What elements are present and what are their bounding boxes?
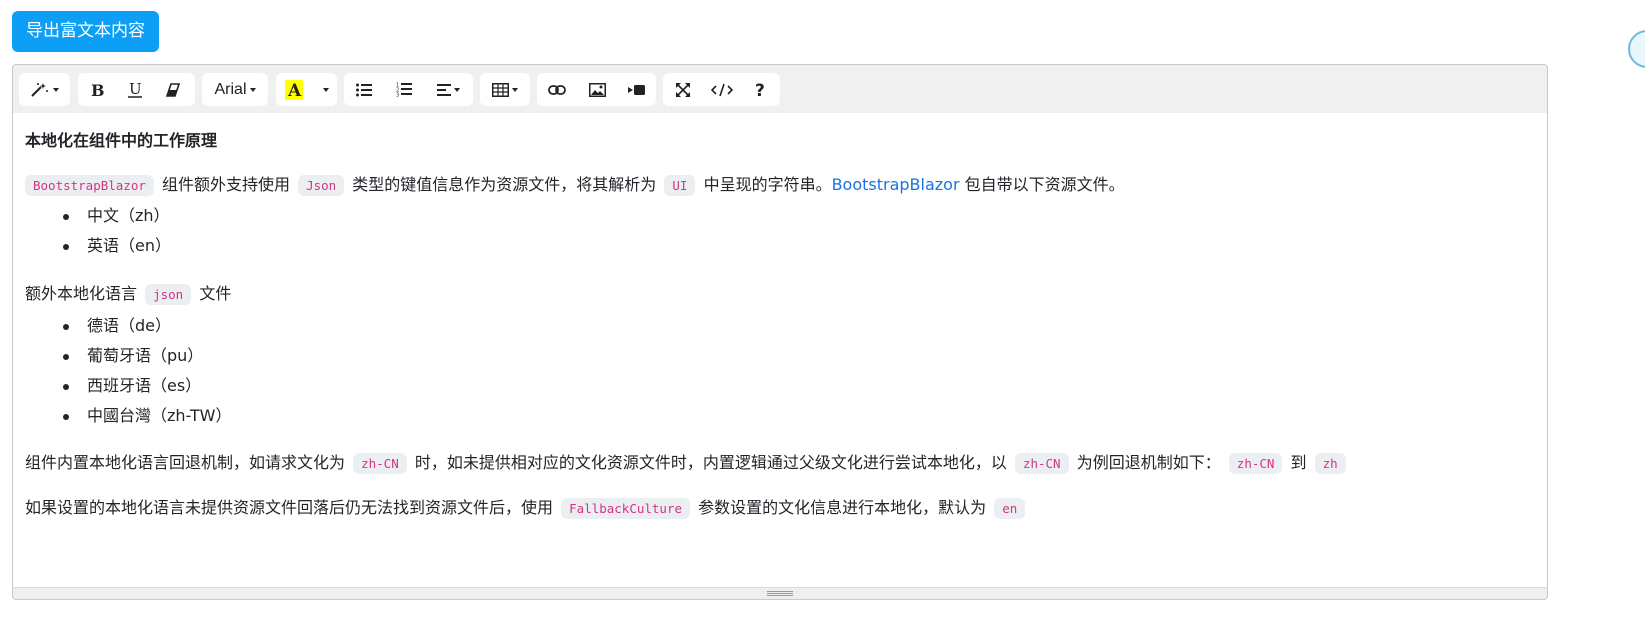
align-icon (437, 83, 451, 96)
paragraph-text: 文件 (199, 284, 232, 303)
list-item: 德语（de） (25, 311, 231, 341)
inline-code: zh-CN (1014, 453, 1069, 474)
svg-text:U: U (129, 81, 142, 98)
inline-code: FallbackCulture (561, 498, 690, 519)
video-icon (628, 84, 645, 96)
toolbar-group-font: Arial (202, 73, 268, 106)
paragraph-text: 到 (1290, 453, 1307, 472)
paragraph-text: 包自带以下资源文件。 (964, 175, 1125, 194)
color-dropdown-toggle[interactable] (312, 73, 337, 106)
paragraph-fallback-mechanism: 组件内置本地化语言回退机制，如请求文化为 zh-CN 时，如未提供相对应的文化资… (25, 449, 1349, 474)
svg-text:A: A (287, 81, 302, 100)
toolbar-group-table (480, 73, 530, 106)
insert-video-button[interactable] (617, 73, 656, 106)
resize-grip-icon[interactable] (767, 591, 793, 596)
font-name-dropdown[interactable]: Arial (202, 73, 268, 106)
floating-action-circle[interactable] (1628, 30, 1645, 68)
underline-icon: U (127, 81, 143, 99)
font-color-icon: A (285, 79, 303, 100)
editor-toolbar: B U Arial A 1 2 3 ? (13, 65, 1547, 113)
paragraph-align-dropdown[interactable] (424, 73, 473, 106)
inline-code: zh-CN (1228, 453, 1283, 474)
bold-icon: B (89, 82, 105, 98)
magic-icon (30, 82, 50, 98)
content-heading: 本地化在组件中的工作原理 (25, 131, 218, 150)
paragraph-resource-intro: BootstrapBlazor 组件额外支持使用 Json 类型的键值信息作为资… (25, 171, 1125, 196)
list-item: 中文（zh） (25, 201, 171, 231)
svg-text:?: ? (755, 81, 765, 98)
rich-text-editor: B U Arial A 1 2 3 ? 本地化在组件中的工作原理 Bootstr… (12, 64, 1548, 600)
list-item: 英语（en） (25, 231, 171, 261)
inline-code: json (145, 284, 192, 305)
extra-language-list: 德语（de） 葡萄牙语（pu） 西班牙语（es） 中國台灣（zh-TW） (25, 311, 231, 431)
paragraph-text: 时，如未提供相对应的文化资源文件时，内置逻辑通过父级文化进行尝试本地化，以 (414, 453, 1007, 472)
toolbar-group-color: A (276, 73, 337, 106)
toolbar-group-insert (537, 73, 656, 106)
paragraph-text: 类型的键值信息作为资源文件，将其解析为 (352, 175, 657, 194)
help-button[interactable]: ? (742, 73, 780, 106)
magic-style-button[interactable] (19, 73, 70, 106)
inline-code: zh (1314, 453, 1346, 474)
svg-text:3: 3 (396, 93, 399, 98)
unordered-list-button[interactable] (344, 73, 384, 106)
paragraph-text: 组件额外支持使用 (161, 175, 290, 194)
toolbar-group-format: B U (78, 73, 195, 106)
toolbar-group-view: ? (663, 73, 780, 106)
paragraph-text: 组件内置本地化语言回退机制，如请求文化为 (25, 453, 346, 472)
svg-text:B: B (91, 82, 105, 98)
paragraph-text: 额外本地化语言 (25, 284, 138, 303)
paragraph-extra-languages: 额外本地化语言 json 文件 (25, 280, 232, 305)
paragraph-text: 如果设置的本地化语言未提供资源文件回落后仍无法找到资源文件后，使用 (25, 498, 554, 517)
export-rich-text-button[interactable]: 导出富文本内容 (12, 11, 159, 52)
paragraph-text: 参数设置的文化信息进行本地化，默认为 (698, 498, 987, 517)
insert-link-button[interactable] (537, 73, 577, 106)
editor-resize-bar[interactable] (13, 587, 1547, 599)
toolbar-group-style (19, 73, 70, 106)
ordered-list-icon: 123 (396, 82, 412, 97)
paragraph-fallback-culture: 如果设置的本地化语言未提供资源文件回落后仍无法找到资源文件后，使用 Fallba… (25, 494, 1028, 519)
inline-code: en (994, 498, 1026, 519)
paragraph-text: 为例回退机制如下： (1076, 453, 1221, 472)
picture-icon (588, 82, 606, 97)
font-color-button[interactable]: A (276, 73, 312, 106)
link-icon (548, 84, 566, 95)
list-item: 西班牙语（es） (25, 371, 231, 401)
inline-code: UI (664, 175, 696, 196)
ordered-list-button[interactable]: 123 (384, 73, 424, 106)
bootstrapblazor-link[interactable]: BootstrapBlazor (832, 175, 960, 194)
code-view-button[interactable] (702, 73, 742, 106)
inline-code: Json (298, 175, 345, 196)
fullscreen-icon (675, 82, 690, 97)
insert-picture-button[interactable] (577, 73, 617, 106)
inline-code: zh-CN (353, 453, 407, 474)
inline-code: BootstrapBlazor (25, 175, 154, 196)
unordered-list-icon (356, 83, 372, 97)
table-dropdown[interactable] (480, 73, 530, 106)
eraser-icon (165, 82, 181, 97)
code-view-icon (711, 83, 733, 97)
list-item: 葡萄牙语（pu） (25, 341, 231, 371)
list-item: 中國台灣（zh-TW） (25, 401, 231, 431)
chevron-down-icon (323, 87, 329, 92)
paragraph-text: 中呈现的字符串。 (703, 175, 832, 194)
font-name-label: Arial (214, 80, 247, 98)
fullscreen-button[interactable] (663, 73, 702, 106)
help-icon: ? (755, 81, 767, 98)
toolbar-group-paragraph: 123 (344, 73, 473, 106)
clear-format-button[interactable] (154, 73, 192, 106)
underline-button[interactable]: U (116, 73, 154, 106)
bold-button[interactable]: B (78, 73, 116, 106)
table-icon (492, 82, 509, 97)
builtin-language-list: 中文（zh） 英语（en） (25, 201, 171, 261)
